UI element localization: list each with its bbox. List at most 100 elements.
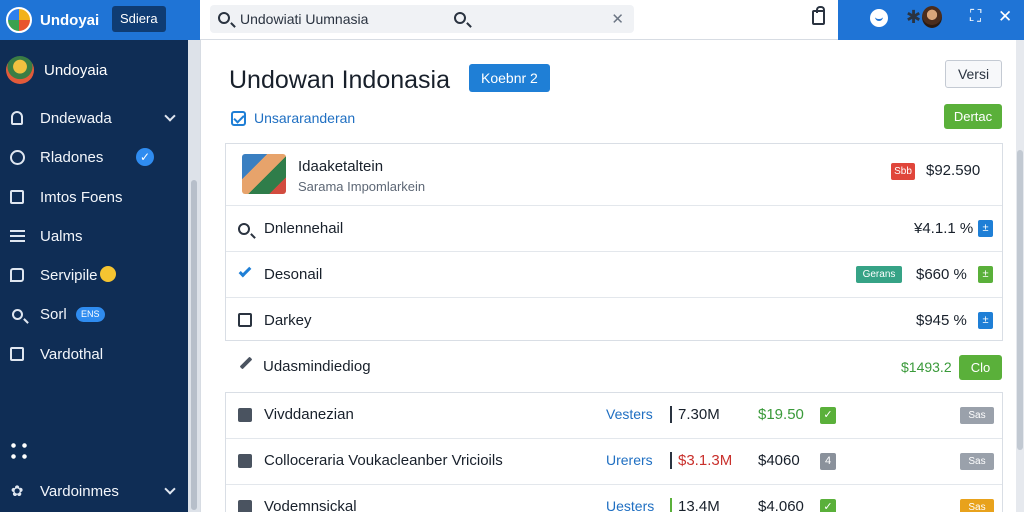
sidebar-item-dndewada[interactable]: Dndewada xyxy=(0,99,188,137)
search-value: Undowiati Uumnasia xyxy=(240,11,369,27)
bag-icon[interactable] xyxy=(812,6,825,25)
expand-icon[interactable]: ⛶ xyxy=(970,8,981,26)
list-item-label: Darkey xyxy=(264,312,312,329)
row-status-icon[interactable]: ✓ xyxy=(820,407,836,424)
product-title: Idaaketaltein xyxy=(298,158,384,175)
checkbox-empty-icon[interactable] xyxy=(238,313,252,332)
row-name: Vodemnsickal xyxy=(264,498,357,512)
global-search-icon[interactable] xyxy=(454,11,466,29)
workspace-tag[interactable]: Sdiera xyxy=(112,6,166,32)
sidebar-item-label: Vardoinmes xyxy=(40,482,119,500)
sidebar-user-name: Undoyaia xyxy=(44,61,108,79)
app-logo-icon xyxy=(6,7,32,33)
sale-tag: Sbb xyxy=(891,163,915,180)
sidebar-item-vardoinmes[interactable]: ✿ Vardoinmes xyxy=(0,472,188,510)
chevron-down-icon[interactable] xyxy=(164,483,176,495)
list-item[interactable]: Dnlennehail ¥4.1.1 % ± xyxy=(226,206,1002,252)
top-actions: ✱ ⛶ ✕ xyxy=(838,0,1024,40)
sidebar-item-servipile[interactable]: Servipile xyxy=(0,256,188,294)
adjust-button[interactable]: ± xyxy=(978,220,993,237)
sidebar-item-label: Imtos Foens xyxy=(40,188,123,206)
row-name: Vivddanezian xyxy=(264,406,354,423)
list-item[interactable]: Desonail Gerans $660 % ± xyxy=(226,252,1002,298)
users-icon xyxy=(9,110,25,126)
search-icon xyxy=(9,306,25,322)
filter-label: Unsararanderan xyxy=(254,110,356,126)
document-icon xyxy=(9,189,25,205)
table-row[interactable]: Vodemnsickal Uesters 13.4M $4.060 ✓ Sas xyxy=(226,485,1002,512)
sidebar: Undoyaia Dndewada Rladones ✓ Imtos Foens… xyxy=(0,40,188,512)
filter-checkbox-row[interactable]: Unsararanderan xyxy=(231,110,355,126)
row-quantity: $3.1.3M xyxy=(670,452,732,469)
avatar xyxy=(6,56,34,84)
close-icon[interactable]: ✕ xyxy=(998,7,1012,27)
panel-icon xyxy=(9,346,25,362)
sidebar-scrollbar[interactable] xyxy=(188,40,200,512)
status-badge: Gerans xyxy=(856,266,902,283)
gear-icon[interactable]: ✱ xyxy=(906,7,921,28)
sidebar-scrollbar-thumb[interactable] xyxy=(191,180,197,510)
row-checkbox-icon[interactable] xyxy=(238,454,252,468)
row-action-button[interactable]: Sas xyxy=(960,407,994,424)
row-quantity: 7.30M xyxy=(670,406,720,423)
title-badge[interactable]: Koebnr 2 xyxy=(469,64,550,92)
adjust-button[interactable]: ± xyxy=(978,312,993,329)
sidebar-item-label: Sorl xyxy=(40,305,67,323)
main-content: Undowan Indonasia Koebnr 2 Versi Dertac … xyxy=(200,40,1016,512)
section-button[interactable]: Clo xyxy=(959,355,1002,380)
adjust-button[interactable]: ± xyxy=(978,266,993,283)
product-row[interactable]: Idaaketaltein Sarama Impomlarkein Sbb $9… xyxy=(226,144,1002,206)
sidebar-item-vardothal[interactable]: Vardothal xyxy=(0,335,188,373)
sidebar-item-label: Ualms xyxy=(40,227,83,245)
sidebar-item-imtos-foens[interactable]: Imtos Foens xyxy=(0,178,188,216)
row-action-button[interactable]: Sas xyxy=(960,499,994,512)
row-action-button[interactable]: Sas xyxy=(960,453,994,470)
orders-table: Vivddanezian Vesters 7.30M $19.50 ✓ Sas … xyxy=(225,392,1003,512)
chat-icon[interactable] xyxy=(870,9,888,27)
checkbox-checked-icon[interactable] xyxy=(231,110,246,126)
verified-check-icon: ✓ xyxy=(136,148,154,166)
check-icon xyxy=(238,264,252,282)
user-avatar[interactable] xyxy=(922,6,942,28)
sidebar-item-text: Servipile xyxy=(40,267,98,284)
row-status: Uesters xyxy=(606,498,655,512)
product-price: $92.590 xyxy=(926,162,981,179)
sidebar-item-sorl[interactable]: Sorl ENS xyxy=(0,295,188,333)
section-header: Udasmindiediog $1493.2 Clo xyxy=(225,346,1003,390)
row-amount: $19.50 xyxy=(758,406,804,423)
section-title: Udasmindiediog xyxy=(263,358,371,375)
table-row[interactable]: Vivddanezian Vesters 7.30M $19.50 ✓ Sas xyxy=(226,393,1002,439)
page-title: Undowan Indonasia xyxy=(229,66,450,94)
sidebar-item-label: Dndewada xyxy=(40,109,112,127)
search-icon xyxy=(218,11,230,29)
row-checkbox-icon[interactable] xyxy=(238,408,252,422)
row-status-icon[interactable]: 4 xyxy=(820,453,836,470)
settings-icon: ✿ xyxy=(10,483,24,500)
brand[interactable]: Undoyai xyxy=(6,5,99,35)
app-title: Undoyai xyxy=(40,11,100,29)
row-status-icon[interactable]: ✓ xyxy=(820,499,836,512)
search-input[interactable]: Undowiati Uumnasia ✕ xyxy=(210,5,634,33)
table-row[interactable]: Colloceraria Voukacleanber Vricioils Ure… xyxy=(226,439,1002,485)
sidebar-user[interactable]: Undoyaia xyxy=(6,56,107,84)
list-item-value: $660 % xyxy=(916,266,967,283)
main-scrollbar-thumb[interactable] xyxy=(1017,150,1023,450)
primary-action-button[interactable]: Dertac xyxy=(944,104,1002,129)
main-scrollbar[interactable] xyxy=(1016,40,1024,512)
search-icon xyxy=(238,222,250,240)
apps-grid-icon[interactable] xyxy=(8,440,30,462)
list-item[interactable]: Darkey $945 % ± xyxy=(226,298,1002,342)
version-button[interactable]: Versi xyxy=(945,60,1002,88)
pencil-icon xyxy=(239,356,253,370)
sidebar-item-rladones[interactable]: Rladones ✓ xyxy=(0,138,188,176)
sidebar-item-label: Vardothal xyxy=(40,345,104,363)
row-checkbox-icon[interactable] xyxy=(238,500,252,512)
search-area: Undowiati Uumnasia ✕ xyxy=(200,0,838,40)
row-status: Vesters xyxy=(606,406,653,422)
sidebar-item-ualms[interactable]: Ualms xyxy=(0,217,188,255)
row-amount: $4.060 xyxy=(758,498,804,512)
top-bar: Undoyai Sdiera Undowiati Uumnasia ✕ ✱ ⛶ … xyxy=(0,0,1024,40)
row-status: Urerers xyxy=(606,452,653,468)
clear-search-icon[interactable]: ✕ xyxy=(611,10,624,28)
chevron-down-icon[interactable] xyxy=(164,110,176,122)
